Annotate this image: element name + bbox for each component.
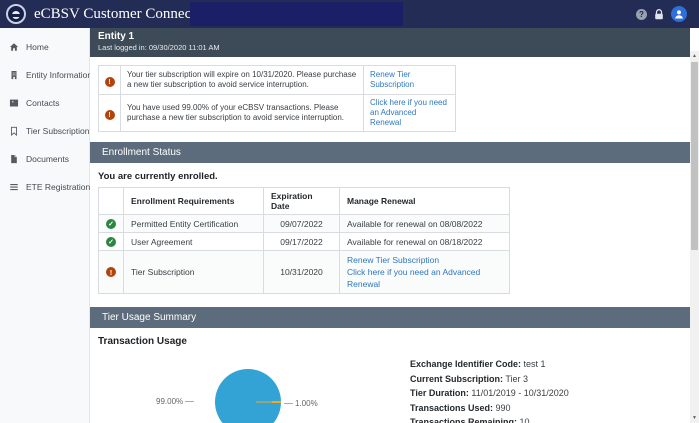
- warning-icon: !: [104, 76, 115, 87]
- table-row: ! Tier Subscription 10/31/2020 Renew Tie…: [98, 250, 510, 294]
- app-title: eCBSV Customer Connection: [34, 5, 215, 22]
- scroll-down-arrow[interactable]: ▼: [690, 413, 699, 423]
- sidebar-item-entity-information[interactable]: Entity Information: [0, 61, 92, 89]
- renewal-cell: Available for renewal on 08/18/2022: [339, 232, 510, 251]
- alert-row: ! You have used 99.00% of your eCBSV tra…: [98, 94, 456, 132]
- leader-line: [185, 401, 195, 402]
- vertical-scrollbar[interactable]: ▲ ▼: [690, 51, 699, 423]
- expiration-column-header: Expiration Date: [263, 187, 340, 215]
- sidebar-nav: Home Entity Information Contacts Tier Su…: [0, 28, 92, 423]
- table-row: ✓ User Agreement 09/17/2022 Available fo…: [98, 232, 510, 251]
- summary-line: Transactions Used: 990: [410, 402, 511, 413]
- manage-renewal-column-header: Manage Renewal: [339, 187, 510, 215]
- leader-line: [284, 403, 293, 404]
- ssa-seal-logo: [6, 4, 26, 24]
- advanced-renewal-link[interactable]: Click here if you need an Advanced Renew…: [347, 267, 480, 289]
- sidebar-item-ete-registration[interactable]: ETE Registration: [0, 173, 90, 201]
- navbar-actions: ?: [636, 0, 687, 28]
- tier-usage-body: 99.00% 1.00% Transactions Used 990 Trans…: [90, 349, 690, 423]
- sidebar-item-home[interactable]: Home: [0, 33, 89, 61]
- usage-summary-panel: Exchange Identifier Code: test 1 Current…: [410, 357, 576, 423]
- top-navbar: eCBSV Customer Connection ?: [0, 0, 699, 28]
- tier-usage-summary-header: Tier Usage Summary: [90, 307, 690, 328]
- scrollbar-thumb[interactable]: [691, 62, 698, 250]
- success-check-icon: ✓: [106, 237, 116, 247]
- expiration-cell: 09/07/2022: [263, 214, 340, 233]
- bookmark-icon: [11, 126, 17, 136]
- home-icon: [9, 43, 19, 51]
- alert-message: Your tier subscription will expire on 10…: [120, 65, 364, 95]
- requirement-cell: Permitted Entity Certification: [123, 214, 264, 233]
- pie-label-remaining: 1.00%: [284, 399, 318, 408]
- enrollment-status-header: Enrollment Status: [90, 142, 690, 163]
- enrollment-table: Enrollment Requirements Expiration Date …: [98, 187, 510, 294]
- main-content: Entity 1 Last logged in: 09/30/2020 11:0…: [90, 28, 690, 423]
- requirements-column-header: Enrollment Requirements: [123, 187, 264, 215]
- lock-icon[interactable]: [654, 8, 664, 20]
- navbar-highlight-panel: [190, 2, 403, 26]
- help-icon[interactable]: ?: [636, 8, 647, 20]
- summary-line: Exchange Identifier Code: test 1: [410, 359, 546, 369]
- last-logged-in: Last logged in: 09/30/2020 11:01 AM: [98, 43, 220, 52]
- requirement-cell: User Agreement: [123, 232, 264, 251]
- contact-card-icon: [9, 99, 19, 107]
- summary-line: Transactions Remaining: 10: [410, 417, 530, 423]
- entity-title: Entity 1: [98, 31, 135, 42]
- warning-icon: !: [104, 109, 115, 120]
- person-icon: [675, 10, 683, 19]
- alert-row: ! Your tier subscription will expire on …: [98, 65, 456, 95]
- app-window: eCBSV Customer Connection ? Home Entity …: [0, 0, 699, 423]
- success-check-icon: ✓: [106, 219, 116, 229]
- renew-tier-subscription-link[interactable]: Renew Tier Subscription: [347, 255, 439, 265]
- sidebar-item-tier-subscription[interactable]: Tier Subscription: [0, 117, 89, 145]
- renew-tier-subscription-link[interactable]: Renew Tier Subscription: [370, 70, 414, 89]
- user-avatar[interactable]: [671, 6, 687, 22]
- entity-header: Entity 1 Last logged in: 09/30/2020 11:0…: [90, 28, 690, 57]
- renewal-cell: Available for renewal on 08/08/2022: [339, 214, 510, 233]
- requirement-cell: Tier Subscription: [123, 250, 264, 294]
- expiration-cell: 09/17/2022: [263, 232, 340, 251]
- sidebar-item-contacts[interactable]: Contacts: [0, 89, 89, 117]
- status-column-header: [98, 187, 124, 215]
- building-icon: [11, 70, 17, 80]
- enrollment-table-header-row: Enrollment Requirements Expiration Date …: [98, 187, 510, 215]
- summary-line: Tier Duration: 11/01/2019 - 10/31/2020: [410, 388, 569, 398]
- document-icon: [11, 154, 17, 164]
- alerts-section: ! Your tier subscription will expire on …: [90, 57, 690, 132]
- alert-message: You have used 99.00% of your eCBSV trans…: [120, 94, 364, 132]
- warning-icon: !: [106, 267, 116, 278]
- pie-chart: [215, 369, 281, 423]
- scroll-up-arrow[interactable]: ▲: [690, 51, 699, 61]
- advanced-renewal-link[interactable]: Click here if you need an Advanced Renew…: [370, 98, 447, 127]
- alert-table: ! Your tier subscription will expire on …: [98, 65, 456, 132]
- summary-line: Current Subscription: Tier 3: [410, 373, 529, 384]
- pie-label-used: 99.00%: [156, 397, 195, 406]
- table-row: ✓ Permitted Entity Certification 09/07/2…: [98, 214, 510, 233]
- transaction-usage-chart: 99.00% 1.00% Transactions Used 990 Trans…: [90, 349, 410, 423]
- sidebar-item-documents[interactable]: Documents: [0, 145, 89, 173]
- enrollment-status-message: You are currently enrolled.: [98, 171, 218, 182]
- expiration-cell: 10/31/2020: [263, 250, 340, 294]
- list-icon: [10, 183, 18, 191]
- transaction-usage-title: Transaction Usage: [98, 336, 187, 347]
